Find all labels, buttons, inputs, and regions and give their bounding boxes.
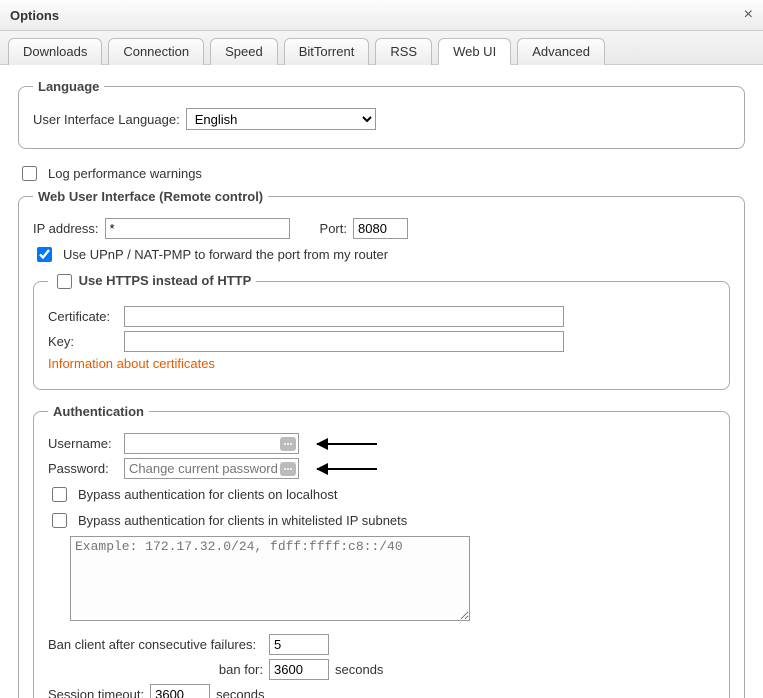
https-group: Use HTTPS instead of HTTP Certificate: K… xyxy=(33,271,730,390)
password-input[interactable] xyxy=(124,458,299,479)
upnp-checkbox[interactable] xyxy=(37,247,52,262)
auth-group: Authentication Username: Password: xyxy=(33,404,730,698)
key-input[interactable] xyxy=(124,331,564,352)
tab-connection[interactable]: Connection xyxy=(108,38,204,65)
bypass-subnet-label: Bypass authentication for clients in whi… xyxy=(78,513,407,528)
ban-failures-input[interactable] xyxy=(269,634,329,655)
use-https-checkbox[interactable] xyxy=(57,274,72,289)
username-label: Username: xyxy=(48,436,118,451)
content-scroll-area[interactable]: Language User Interface Language: Englis… xyxy=(0,65,763,698)
log-performance-checkbox[interactable] xyxy=(22,166,37,181)
upnp-label: Use UPnP / NAT-PMP to forward the port f… xyxy=(63,247,388,262)
session-timeout-suffix: seconds xyxy=(216,687,264,698)
log-performance-label: Log performance warnings xyxy=(48,166,202,181)
bypass-localhost-checkbox[interactable] xyxy=(52,487,67,502)
tab-web-ui[interactable]: Web UI xyxy=(438,38,511,65)
tab-advanced[interactable]: Advanced xyxy=(517,38,605,65)
tab-rss[interactable]: RSS xyxy=(375,38,432,65)
https-legend: Use HTTPS instead of HTTP xyxy=(48,271,256,292)
tab-bittorrent[interactable]: BitTorrent xyxy=(284,38,370,65)
key-label: Key: xyxy=(48,334,118,349)
ban-failures-label: Ban client after consecutive failures: xyxy=(48,637,263,652)
cert-info-link[interactable]: Information about certificates xyxy=(48,356,215,371)
use-https-label: Use HTTPS instead of HTTP xyxy=(79,273,252,288)
tab-bar: Downloads Connection Speed BitTorrent RS… xyxy=(0,31,763,65)
window-titlebar: Options × xyxy=(0,0,763,31)
ellipsis-icon[interactable] xyxy=(280,437,296,451)
language-legend: Language xyxy=(33,79,104,94)
certificate-input[interactable] xyxy=(124,306,564,327)
tab-speed[interactable]: Speed xyxy=(210,38,278,65)
ban-for-input[interactable] xyxy=(269,659,329,680)
ban-for-label: ban for: xyxy=(48,662,263,677)
webui-group: Web User Interface (Remote control) IP a… xyxy=(18,189,745,698)
username-input[interactable] xyxy=(124,433,299,454)
ellipsis-icon[interactable] xyxy=(280,462,296,476)
webui-legend: Web User Interface (Remote control) xyxy=(33,189,268,204)
bypass-localhost-label: Bypass authentication for clients on loc… xyxy=(78,487,337,502)
session-timeout-label: Session timeout: xyxy=(48,687,144,698)
ip-address-label: IP address: xyxy=(33,221,99,236)
password-label: Password: xyxy=(48,461,118,476)
language-group: Language User Interface Language: Englis… xyxy=(18,79,745,149)
port-label: Port: xyxy=(320,221,347,236)
arrow-annotation xyxy=(317,443,377,445)
close-icon[interactable]: × xyxy=(744,6,753,24)
whitelist-subnets-textarea[interactable] xyxy=(70,536,470,621)
ui-language-select[interactable]: English xyxy=(186,108,376,130)
ip-address-input[interactable] xyxy=(105,218,290,239)
port-input[interactable] xyxy=(353,218,408,239)
tab-downloads[interactable]: Downloads xyxy=(8,38,102,65)
ui-language-label: User Interface Language: xyxy=(33,112,180,127)
ban-for-suffix: seconds xyxy=(335,662,383,677)
session-timeout-input[interactable] xyxy=(150,684,210,698)
bypass-subnet-checkbox[interactable] xyxy=(52,513,67,528)
certificate-label: Certificate: xyxy=(48,309,118,324)
auth-legend: Authentication xyxy=(48,404,149,419)
arrow-annotation xyxy=(317,468,377,470)
window-title: Options xyxy=(10,8,59,23)
